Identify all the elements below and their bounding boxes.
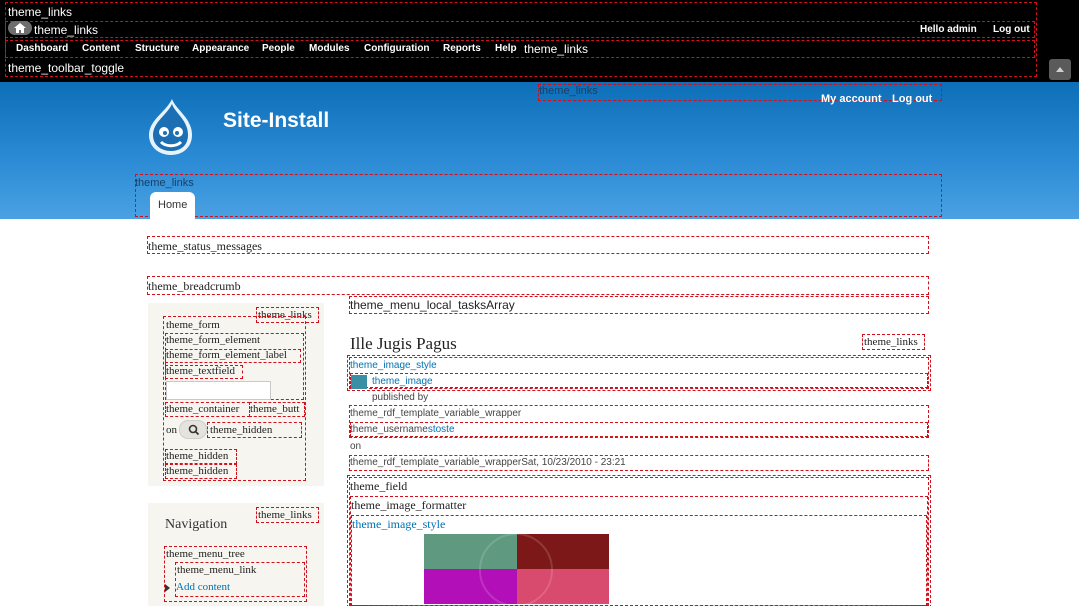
add-content-link[interactable]: Add content [176,581,230,593]
menu-content[interactable]: Content [82,43,120,54]
field-label: theme_field [350,479,408,493]
theme-links-label-primary: theme_links [135,177,194,189]
node-title[interactable]: Ille Jugis Pagus [350,334,457,354]
image-style-label: theme_image_style [350,360,437,371]
search-input[interactable] [166,381,271,400]
menu-help[interactable]: Help [495,43,517,54]
navigation-title: Navigation [165,517,228,532]
container-label: theme_container [166,403,240,415]
debug-outline-breadcrumb [147,276,929,295]
rdf-wrapper-2-text: theme_rdf_template_variable_wrapper [350,457,522,468]
menu-appearance[interactable]: Appearance [192,43,249,54]
image-formatter-label: theme_image_formatter [351,498,467,512]
image-circle-overlay [479,534,553,604]
home-icon [14,23,26,33]
site-name[interactable]: Site-Install [223,109,329,133]
menu-arrow-icon [165,584,170,592]
username-wrapper: theme_usernamestoste [350,424,455,435]
form-element-label-label: theme_form_element_label [166,349,287,361]
toolbar-logout-link[interactable]: Log out [993,24,1030,35]
search-button[interactable] [179,420,207,439]
on-date-label: on [350,441,362,452]
author-link[interactable]: stoste [428,424,455,435]
home-button[interactable] [8,21,32,35]
username-link[interactable]: admin [947,24,976,35]
hidden-label-1: theme_hidden [210,424,273,436]
published-by-label: published by [372,392,429,403]
hello-prefix: Hello [920,24,948,35]
rdf-wrapper-label-2: theme_rdf_template_variable_wrapperSat, … [350,457,626,468]
menu-dashboard[interactable]: Dashboard [16,43,68,54]
hidden-label-2: theme_hidden [166,450,229,462]
menu-tree-label: theme_menu_tree [166,548,245,560]
theme-links-label-menu: theme_links [524,42,589,56]
form-element-label: theme_form_element [166,334,261,346]
navigation-theme-links: theme_links [258,509,312,521]
menu-link-label: theme_menu_link [177,564,257,576]
theme-links-label-home: theme_links [34,23,99,37]
caret-up-icon [1056,67,1064,72]
my-account-link[interactable]: My account [821,93,882,105]
local-tasks-label: theme_menu_local_tasksArray [350,298,515,312]
image-style-label-2: theme_image_style [352,517,446,531]
on-label: on [166,424,177,436]
button-label: theme_butt [250,403,300,415]
admin-toolbar: theme_links theme_links Hello admin Log … [0,0,1079,82]
drupal-logo-icon[interactable] [146,98,196,156]
breadcrumb-label: theme_breadcrumb [148,279,241,293]
menu-people[interactable]: People [262,43,295,54]
menu-reports[interactable]: Reports [443,43,481,54]
node-theme-links: theme_links [864,336,918,348]
toolbar-toggle-label: theme_toolbar_toggle [8,61,125,75]
image-label: theme_image [372,376,433,387]
search-icon [188,424,200,436]
debug-outline-primary-links [135,174,942,217]
debug-outline-image [350,373,928,388]
toolbar-toggle-button[interactable] [1049,59,1071,80]
rdf-wrapper-label-1: theme_rdf_template_variable_wrapper [350,408,522,419]
debug-outline-shortcuts [5,21,1035,38]
theme-links-label-top: theme_links [8,5,73,19]
post-date: Sat, 10/23/2010 - 23:21 [521,457,626,468]
menu-modules[interactable]: Modules [309,43,350,54]
hidden-label-3: theme_hidden [166,465,229,477]
form-label: theme_form [166,319,220,331]
menu-configuration[interactable]: Configuration [364,43,430,54]
user-picture[interactable] [351,375,367,389]
tab-home-label: Home [158,199,188,211]
username-prefix: theme_username [350,424,428,435]
status-messages-label: theme_status_messages [148,239,262,253]
menu-structure[interactable]: Structure [135,43,179,54]
header-logout-link[interactable]: Log out [892,93,932,105]
textfield-label: theme_textfield [166,365,236,377]
debug-outline-status-messages [147,236,929,254]
theme-links-label-secondary: theme_links [539,85,598,97]
hello-user: Hello admin [920,24,977,35]
